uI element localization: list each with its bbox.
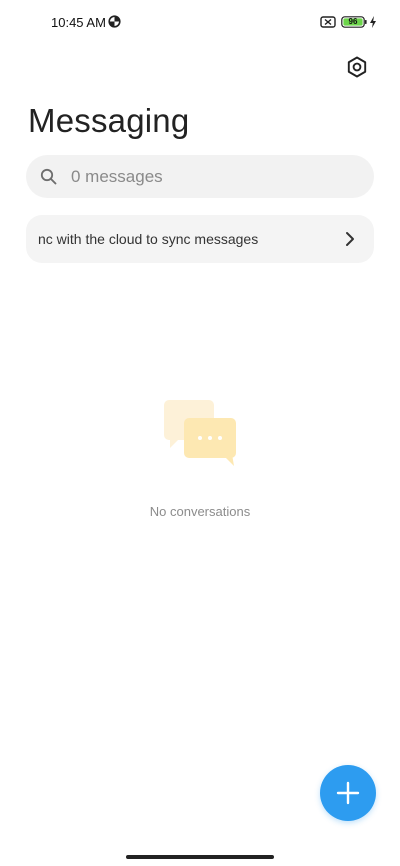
plus-icon xyxy=(336,781,360,805)
battery-level: 96 xyxy=(348,17,358,26)
home-indicator[interactable] xyxy=(126,855,274,859)
sync-banner-text: nc with the cloud to sync messages xyxy=(38,231,259,247)
gear-icon xyxy=(347,56,367,78)
empty-state-text: No conversations xyxy=(149,504,251,519)
chevron-right-icon xyxy=(346,232,354,246)
chat-bubbles-icon xyxy=(164,400,236,466)
search-input[interactable] xyxy=(71,155,351,198)
status-time: 10:45 AM xyxy=(51,15,106,30)
new-conversation-button[interactable] xyxy=(320,765,376,821)
data-saver-icon xyxy=(108,15,121,28)
charging-icon xyxy=(370,16,376,28)
search-icon xyxy=(40,168,57,185)
search-bar[interactable] xyxy=(26,155,374,198)
settings-button[interactable] xyxy=(342,52,372,82)
no-sim-icon xyxy=(320,16,336,28)
cloud-sync-banner[interactable]: nc with the cloud to sync messages xyxy=(26,215,374,263)
status-bar: 10:45 AM 96 xyxy=(0,0,400,44)
page-title: Messaging xyxy=(28,102,190,139)
